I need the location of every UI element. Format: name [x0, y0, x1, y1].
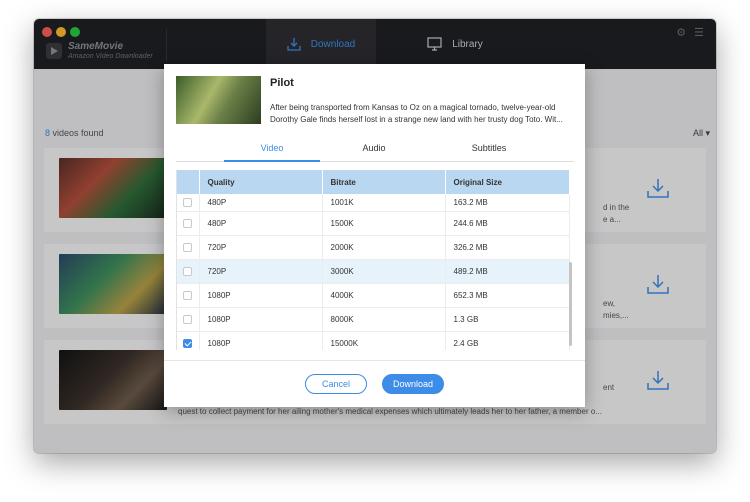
- download-button[interactable]: Download: [382, 374, 444, 394]
- table-row[interactable]: 1080P 15000K 2.4 GB: [177, 331, 570, 350]
- cell-bitrate: 1500K: [322, 211, 446, 236]
- episode-poster: [176, 76, 261, 124]
- download-settings-dialog: Pilot After being transported from Kansa…: [164, 64, 585, 407]
- cell-quality: 1080P: [199, 307, 323, 332]
- table-row[interactable]: 720P 3000K 489.2 MB: [177, 259, 570, 284]
- table-scrollbar[interactable]: [569, 262, 572, 346]
- column-header-quality: Quality: [199, 170, 323, 194]
- table-header-row: Quality Bitrate Original Size: [177, 170, 570, 194]
- cell-quality: 1080P: [199, 331, 323, 350]
- select-column-header: [177, 170, 200, 194]
- row-checkbox[interactable]: [183, 266, 192, 276]
- cell-quality: 480P: [199, 211, 323, 236]
- table-row[interactable]: 480P 1001K 163.2 MB: [177, 194, 570, 212]
- row-checkbox[interactable]: [183, 218, 192, 228]
- cell-quality: 720P: [199, 259, 323, 284]
- cell-bitrate: 4000K: [322, 283, 446, 308]
- episode-description: After being transported from Kansas to O…: [270, 103, 563, 124]
- table-row[interactable]: 480P 1500K 244.6 MB: [177, 211, 570, 236]
- track-tabs: Video Audio Subtitles: [176, 140, 574, 162]
- row-checkbox[interactable]: [183, 242, 192, 252]
- cell-bitrate: 3000K: [322, 259, 446, 284]
- quality-table: Quality Bitrate Original Size 480P 1001K…: [176, 170, 573, 350]
- cell-size: 489.2 MB: [445, 259, 570, 284]
- row-checkbox[interactable]: [183, 314, 192, 324]
- row-checkbox[interactable]: [183, 197, 192, 207]
- cancel-button[interactable]: Cancel: [305, 374, 367, 394]
- cell-size: 1.3 GB: [445, 307, 570, 332]
- cell-bitrate: 1001K: [322, 194, 446, 212]
- cell-bitrate: 15000K: [322, 331, 446, 350]
- table-row[interactable]: 1080P 4000K 652.3 MB: [177, 283, 570, 308]
- table-row[interactable]: 720P 2000K 326.2 MB: [177, 235, 570, 260]
- cell-quality: 480P: [199, 194, 323, 212]
- column-header-bitrate: Bitrate: [322, 170, 446, 194]
- cell-size: 244.6 MB: [445, 211, 570, 236]
- tab-audio[interactable]: Audio: [326, 140, 422, 162]
- tab-video[interactable]: Video: [224, 140, 320, 162]
- row-checkbox-checked[interactable]: [183, 338, 192, 348]
- tab-subtitles[interactable]: Subtitles: [441, 140, 537, 162]
- table-row[interactable]: 1080P 8000K 1.3 GB: [177, 307, 570, 332]
- cell-size: 2.4 GB: [445, 331, 570, 350]
- cell-bitrate: 8000K: [322, 307, 446, 332]
- cell-size: 163.2 MB: [445, 194, 570, 212]
- cell-size: 652.3 MB: [445, 283, 570, 308]
- cell-bitrate: 2000K: [322, 235, 446, 260]
- footer-divider: [164, 360, 585, 361]
- row-checkbox[interactable]: [183, 290, 192, 300]
- cell-quality: 720P: [199, 235, 323, 260]
- episode-title: Pilot: [270, 77, 294, 89]
- cell-quality: 1080P: [199, 283, 323, 308]
- column-header-size: Original Size: [445, 170, 570, 194]
- cell-size: 326.2 MB: [445, 235, 570, 260]
